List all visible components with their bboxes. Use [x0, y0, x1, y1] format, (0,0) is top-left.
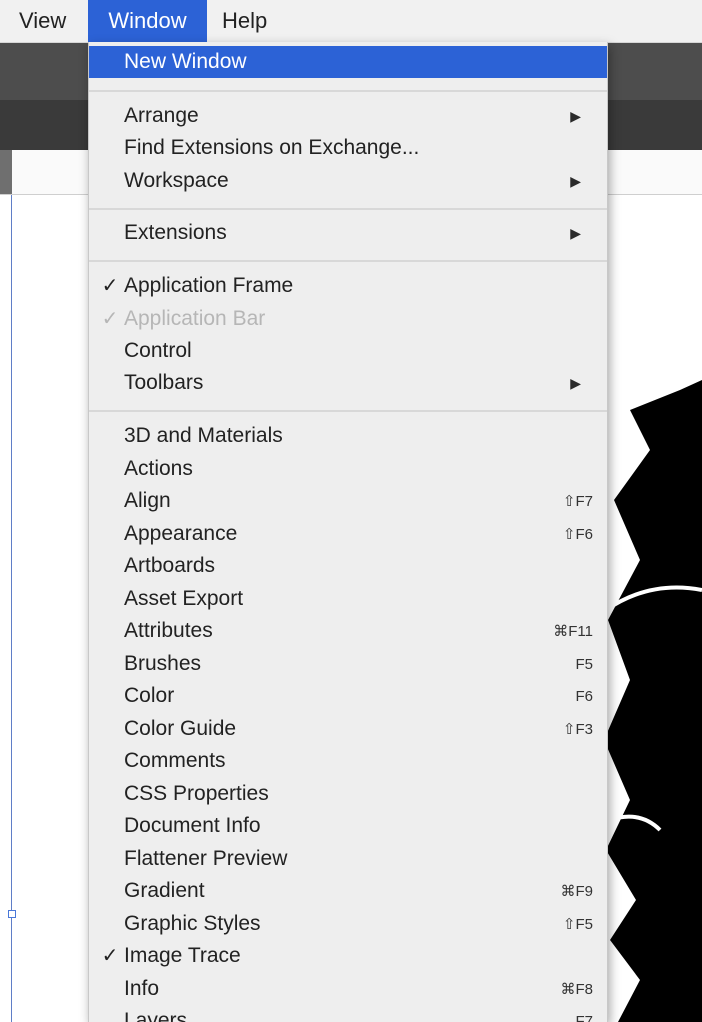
menu-separator — [89, 90, 607, 92]
menu-separator — [89, 260, 607, 262]
menu-item-label: Image Trace — [124, 944, 241, 967]
menu-item-find-extensions[interactable]: Find Extensions on Exchange... — [89, 132, 607, 164]
menu-item-shortcut: F5 — [575, 656, 593, 673]
menu-item-label: Attributes — [124, 619, 213, 642]
menu-item-label: Layers — [124, 1009, 188, 1022]
menu-item-document-info[interactable]: Document Info — [89, 810, 607, 842]
checkmark-icon: ✓ — [101, 308, 119, 330]
menu-item-appearance[interactable]: Appearance ⇧F6 — [89, 518, 607, 550]
menu-bar: View Window Help — [0, 0, 702, 43]
menu-item-label: Actions — [124, 457, 193, 480]
menu-item-shortcut: ⌘F9 — [560, 883, 593, 900]
menubar-view[interactable]: View — [19, 0, 66, 42]
menu-item-label: Flattener Preview — [124, 847, 288, 870]
menu-item-info[interactable]: Info ⌘F8 — [89, 973, 607, 1005]
menu-item-control[interactable]: Control — [89, 335, 607, 367]
menu-item-label: Artboards — [124, 554, 216, 577]
menubar-window[interactable]: Window — [88, 0, 207, 42]
menu-item-label: Document Info — [124, 814, 261, 837]
menu-item-label: Comments — [124, 749, 226, 772]
menu-item-label: Asset Export — [124, 587, 244, 610]
menu-item-flattener-preview[interactable]: Flattener Preview — [89, 843, 607, 875]
ruler-corner — [0, 150, 12, 194]
menu-item-extensions[interactable]: Extensions ▶ — [89, 217, 607, 249]
menu-item-graphic-styles[interactable]: Graphic Styles ⇧F5 — [89, 908, 607, 940]
menu-item-comments[interactable]: Comments — [89, 745, 607, 777]
submenu-arrow-icon: ▶ — [570, 375, 581, 391]
menu-separator — [89, 208, 607, 210]
menu-item-label: Application Bar — [124, 307, 266, 330]
checkmark-icon: ✓ — [101, 275, 119, 297]
menubar-help[interactable]: Help — [222, 0, 267, 42]
menu-item-shortcut: ⌘F11 — [553, 623, 593, 640]
submenu-arrow-icon: ▶ — [570, 225, 581, 241]
menu-item-label: Color — [124, 684, 175, 707]
window-menu-dropdown: New Window Arrange ▶ Find Extensions on … — [88, 42, 608, 1022]
menu-item-label: Graphic Styles — [124, 912, 261, 935]
submenu-arrow-icon: ▶ — [570, 173, 581, 189]
artboard-edge — [11, 195, 12, 1022]
menu-item-shortcut: ⇧F5 — [562, 916, 593, 933]
artwork-shape[interactable] — [600, 380, 702, 1022]
menu-item-artboards[interactable]: Artboards — [89, 550, 607, 582]
menu-item-label: Find Extensions on Exchange... — [124, 136, 420, 159]
menu-item-label: Arrange — [124, 104, 199, 127]
menu-item-brushes[interactable]: Brushes F5 — [89, 648, 607, 680]
menu-item-color[interactable]: Color F6 — [89, 680, 607, 712]
menu-item-application-frame[interactable]: ✓ Application Frame — [89, 270, 607, 302]
menu-item-label: Toolbars — [124, 371, 204, 394]
menu-item-label: CSS Properties — [124, 782, 269, 805]
menu-item-asset-export[interactable]: Asset Export — [89, 583, 607, 615]
menu-item-color-guide[interactable]: Color Guide ⇧F3 — [89, 713, 607, 745]
menu-item-shortcut: ⇧F7 — [562, 493, 593, 510]
menu-item-actions[interactable]: Actions — [89, 453, 607, 485]
menu-item-layers[interactable]: Layers F7 — [89, 1005, 607, 1022]
menu-item-shortcut: F6 — [575, 688, 593, 705]
checkmark-icon: ✓ — [101, 945, 119, 967]
menu-item-align[interactable]: Align ⇧F7 — [89, 485, 607, 517]
menu-item-application-bar: ✓ Application Bar — [89, 303, 607, 335]
menu-item-toolbars[interactable]: Toolbars ▶ — [89, 367, 607, 399]
menu-item-label: New Window — [124, 50, 247, 73]
menu-item-css-properties[interactable]: CSS Properties — [89, 778, 607, 810]
menu-item-shortcut: ⇧F6 — [562, 526, 593, 543]
menu-item-shortcut: F7 — [575, 1013, 593, 1022]
menu-item-label: Workspace — [124, 169, 229, 192]
menu-item-label: Color Guide — [124, 717, 237, 740]
menu-item-arrange[interactable]: Arrange ▶ — [89, 100, 607, 132]
menu-item-attributes[interactable]: Attributes ⌘F11 — [89, 615, 607, 647]
menu-item-label: Gradient — [124, 879, 205, 902]
submenu-arrow-icon: ▶ — [570, 108, 581, 124]
menu-item-label: Info — [124, 977, 160, 1000]
menu-separator — [89, 410, 607, 412]
menu-item-gradient[interactable]: Gradient ⌘F9 — [89, 875, 607, 907]
menu-item-label: Appearance — [124, 522, 238, 545]
menu-item-label: Application Frame — [124, 274, 294, 297]
menu-item-new-window[interactable]: New Window — [89, 46, 607, 78]
menu-item-label: 3D and Materials — [124, 424, 283, 447]
menu-item-3d-and-materials[interactable]: 3D and Materials — [89, 420, 607, 452]
menu-item-image-trace[interactable]: ✓ Image Trace — [89, 940, 607, 972]
anchor-point[interactable] — [8, 910, 16, 918]
menu-item-workspace[interactable]: Workspace ▶ — [89, 165, 607, 197]
menu-item-label: Brushes — [124, 652, 202, 675]
menu-item-label: Align — [124, 489, 171, 512]
menu-item-label: Control — [124, 339, 192, 362]
menu-item-shortcut: ⌘F8 — [560, 981, 593, 998]
menu-item-label: Extensions — [124, 221, 227, 244]
menu-item-shortcut: ⇧F3 — [562, 721, 593, 738]
